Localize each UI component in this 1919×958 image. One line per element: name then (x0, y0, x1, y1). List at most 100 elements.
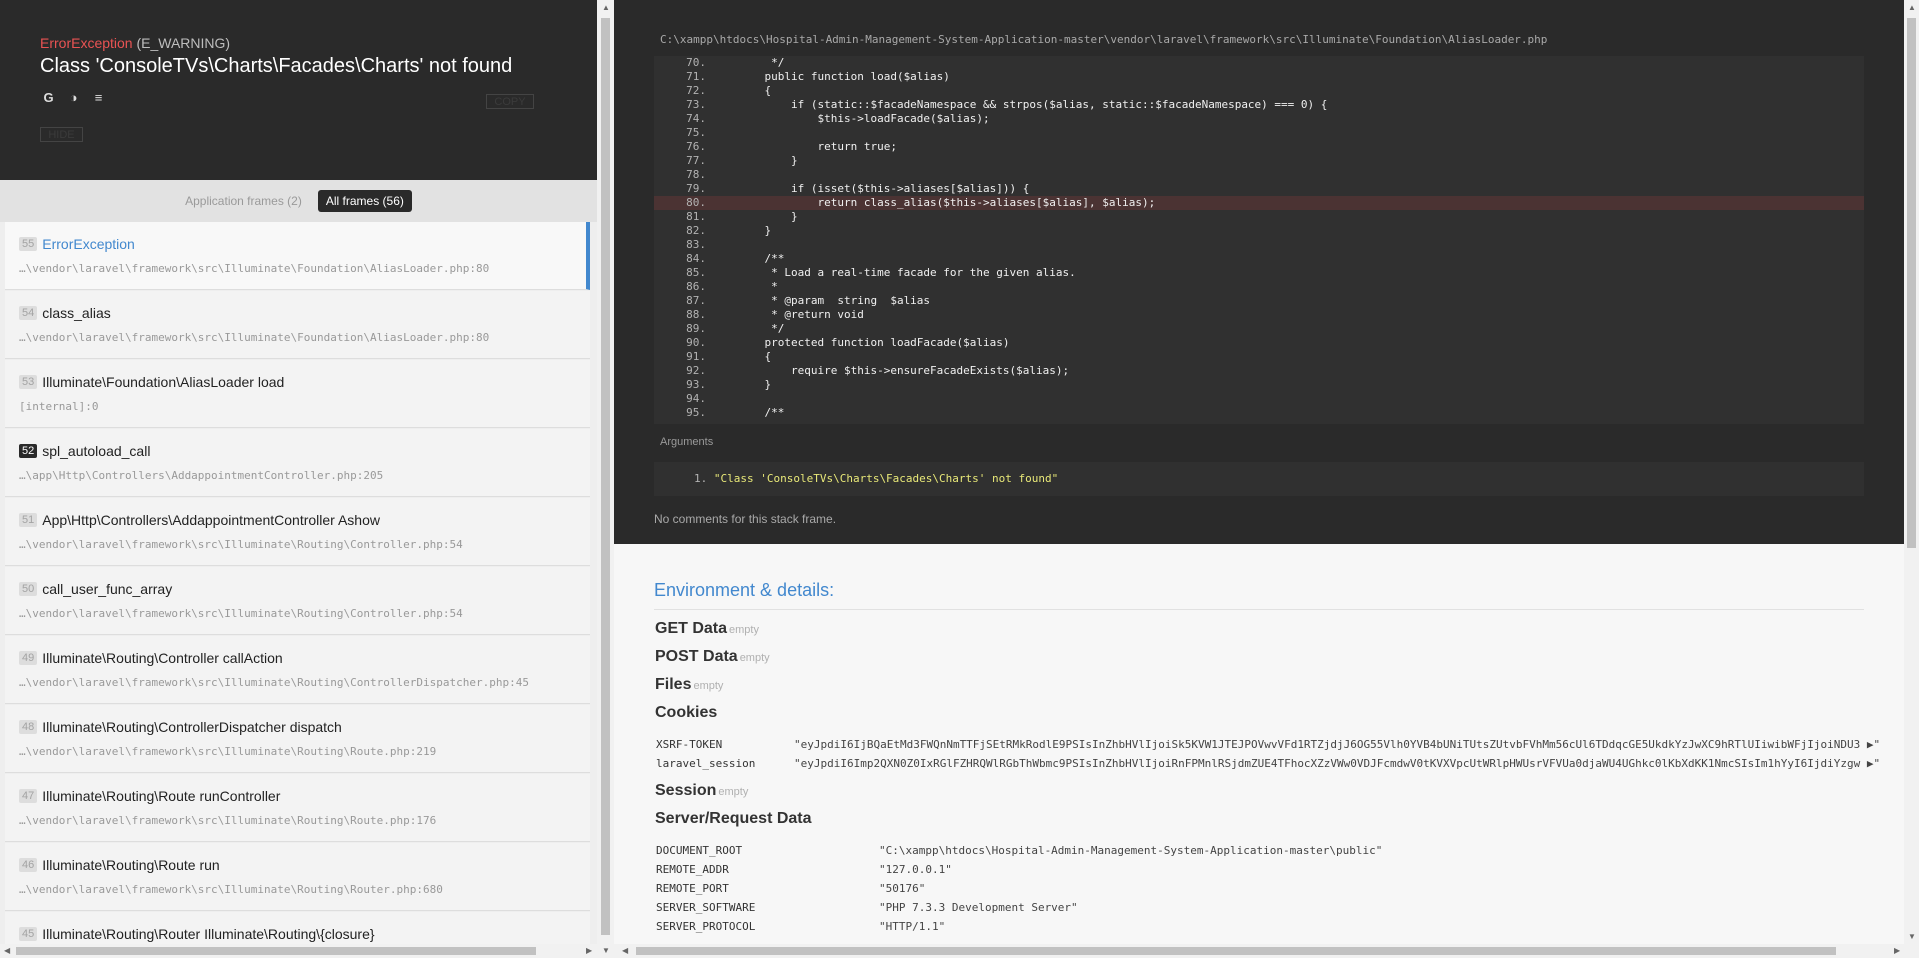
server-key: SERVER_SOFTWARE (656, 901, 756, 914)
line-number: 94. (686, 392, 706, 405)
frame-code-area: C:\xampp\htdocs\Hospital-Admin-Managemen… (614, 0, 1904, 544)
server-row: SERVER_PROTOCOL "HTTP/1.1" (656, 920, 945, 933)
frame-item[interactable]: 51 App\Http\Controllers\AddappointmentCon… (5, 498, 590, 566)
google-icon[interactable]: G (40, 89, 57, 106)
code-line: 81. } (654, 210, 1864, 224)
exception-class: ErrorException (40, 35, 133, 51)
server-row: DOCUMENT_ROOT "C:\xampp\htdocs\Hospital-A… (656, 844, 1382, 857)
line-code: { (738, 350, 772, 363)
code-line: 93. } (654, 378, 1864, 392)
copy-button[interactable]: COPY (486, 94, 534, 109)
line-number: 93. (686, 378, 706, 391)
code-line: 87. * @param string $alias (654, 294, 1864, 308)
no-comments-text: No comments for this stack frame. (654, 512, 837, 526)
server-key: REMOTE_ADDR (656, 863, 729, 876)
application-frames-tab[interactable]: Application frames (2) (185, 194, 302, 208)
scrollbar-thumb[interactable] (16, 947, 536, 955)
frames-horizontal-scrollbar[interactable]: ◀ ▶ (0, 944, 597, 958)
frame-filter: Application frames (2) All frames (56) (0, 180, 597, 222)
line-code: /** (738, 252, 785, 265)
line-code: * Load a real-time facade for the given … (738, 266, 1076, 279)
scroll-left-icon[interactable]: ◀ (4, 946, 10, 955)
code-line: 95. /** (654, 406, 1864, 420)
whoops-error-page: ErrorException (E_WARNING) Class 'Consol… (0, 0, 1919, 958)
cookie-value[interactable]: "eyJpdiI6IjBQaEtMd3FWQnNmTTFjSEtRMkRodlE… (794, 738, 1880, 751)
line-number: 82. (686, 224, 706, 237)
line-number: 79. (686, 182, 706, 195)
cookie-key: XSRF-TOKEN (656, 738, 723, 751)
frame-class: Illuminate\Routing\Route runController (42, 788, 281, 804)
scroll-down-icon[interactable]: ▼ (602, 946, 610, 955)
frame-item[interactable]: 46 Illuminate\Routing\Route run …\vendor\… (5, 843, 590, 911)
scrollbar-thumb[interactable] (601, 18, 610, 935)
code-block: 70. */71. public function load($alias) 72… (654, 56, 1864, 424)
frame-file: …\vendor\laravel\framework\src\Illuminat… (19, 538, 463, 551)
line-number: 86. (686, 280, 706, 293)
frames-list: 55 ErrorException …\vendor\laravel\framew… (0, 222, 597, 944)
scroll-up-icon[interactable]: ▲ (1908, 3, 1916, 12)
code-line: 82. } (654, 224, 1864, 238)
frame-item[interactable]: 47 Illuminate\Routing\Route runController… (5, 774, 590, 842)
frame-class: ErrorException (42, 236, 135, 252)
frame-item[interactable]: 48 Illuminate\Routing\ControllerDispatche… (5, 705, 590, 773)
frame-file: …\vendor\laravel\framework\src\Illuminat… (19, 262, 490, 275)
frame-class: Illuminate\Routing\Route run (42, 857, 220, 873)
frame-item[interactable]: 53 Illuminate\Foundation\AliasLoader load… (5, 360, 590, 428)
search-links: G ◑ ≡ (40, 89, 107, 106)
server-value: "50176" (879, 882, 926, 895)
scroll-down-icon[interactable]: ▼ (1908, 932, 1916, 941)
line-code: * @param string $alias (738, 294, 931, 307)
frame-file-path[interactable]: C:\xampp\htdocs\Hospital-Admin-Managemen… (660, 33, 1547, 46)
frame-item[interactable]: 49 Illuminate\Routing\Controller callActi… (5, 636, 590, 704)
hide-button[interactable]: HIDE (40, 127, 83, 142)
line-code: } (738, 224, 772, 237)
code-line: 92. require $this->ensureFacadeExists($a… (654, 364, 1864, 378)
scroll-up-icon[interactable]: ▲ (602, 3, 610, 12)
line-number: 83. (686, 238, 706, 251)
scrollbar-thumb[interactable] (636, 947, 1836, 955)
line-number: 85. (686, 266, 706, 279)
server-request-heading: Server/Request Data (655, 810, 812, 827)
frame-item[interactable]: 50 call_user_func_array …\vendor\laravel\… (5, 567, 590, 635)
line-number: 88. (686, 308, 706, 321)
frame-file: …\vendor\laravel\framework\src\Illuminat… (19, 745, 437, 758)
line-number: 70. (686, 56, 706, 69)
line-number: 72. (686, 84, 706, 97)
line-number: 77. (686, 154, 706, 167)
line-number: 92. (686, 364, 706, 377)
code-line: 77. } (654, 154, 1864, 168)
code-line: 94. (654, 392, 1864, 406)
line-number: 78. (686, 168, 706, 181)
server-value: "PHP 7.3.3 Development Server" (879, 901, 1078, 914)
duckduckgo-icon[interactable]: ◑ (65, 89, 82, 106)
frame-item[interactable]: 54 class_alias …\vendor\laravel\framework… (5, 291, 590, 359)
stackoverflow-icon[interactable]: ≡ (90, 89, 107, 106)
frame-item[interactable]: 45 Illuminate\Routing\Router Illuminate\R… (5, 912, 590, 944)
scroll-right-icon[interactable]: ▶ (1894, 946, 1900, 955)
frame-index: 45 (19, 927, 38, 941)
server-value: "HTTP/1.1" (879, 920, 946, 933)
scrollbar-thumb[interactable] (1907, 18, 1916, 548)
post-data-heading: POST Data empty (655, 648, 770, 665)
all-frames-tab[interactable]: All frames (56) (317, 190, 412, 212)
line-number: 89. (686, 322, 706, 335)
scroll-left-icon[interactable]: ◀ (622, 946, 628, 955)
frame-file: …\vendor\laravel\framework\src\Illuminat… (19, 607, 463, 620)
stack-panel: ErrorException (E_WARNING) Class 'Consol… (0, 0, 597, 958)
frame-item[interactable]: 55 ErrorException …\vendor\laravel\framew… (5, 222, 590, 290)
scroll-right-icon[interactable]: ▶ (586, 946, 592, 955)
details-vertical-scrollbar[interactable]: ▲ ▼ (1904, 0, 1919, 944)
line-code: */ (738, 56, 785, 69)
empty-label: empty (739, 652, 770, 664)
cookie-value[interactable]: "eyJpdiI6Imp2QXN0Z0IxRGlFZHRQWlRGbThWbmc… (794, 757, 1880, 770)
frame-index: 55 (19, 237, 38, 251)
frame-item[interactable]: 52 spl_autoload_call …\app\Http\Controlle… (5, 429, 590, 497)
empty-label: empty (693, 680, 724, 692)
frames-vertical-scrollbar[interactable]: ▲ ▼ (597, 0, 614, 958)
empty-label: empty (729, 624, 759, 636)
server-value: "127.0.0.1" (879, 863, 952, 876)
line-code: public function load($alias) (738, 70, 950, 83)
frame-class: class_alias (42, 305, 111, 321)
line-code: * (738, 280, 778, 293)
details-horizontal-scrollbar[interactable]: ◀ ▶ (614, 944, 1919, 958)
